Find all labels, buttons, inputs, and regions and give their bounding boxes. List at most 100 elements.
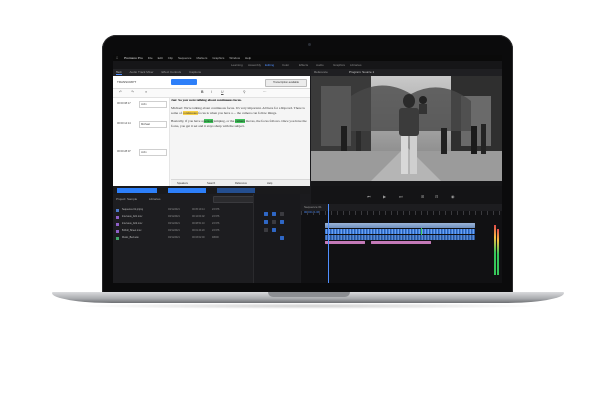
project-search-input[interactable] (213, 196, 255, 203)
playhead[interactable] (328, 204, 329, 283)
item-duration: 00:12:04:02 (192, 215, 205, 218)
audio-clip[interactable] (371, 241, 431, 244)
step-forward-icon[interactable]: ⏭ (399, 194, 403, 199)
undo-icon[interactable]: ↶ (119, 90, 123, 94)
type-tool-icon[interactable] (272, 228, 276, 232)
list-item[interactable]: Music_Bed.wav 03/11/2021 00:03:02:00 480… (116, 236, 226, 240)
menu-item-edit[interactable]: Edit (158, 56, 163, 60)
menu-item-premiere-pro[interactable]: Premiere Pro (124, 56, 143, 60)
tab-program[interactable]: Program: Source 1 (349, 69, 374, 76)
more-icon[interactable]: ⋯ (263, 90, 267, 94)
insert-icon[interactable]: ⊞ (421, 194, 424, 199)
menu-item-window[interactable]: Window (229, 56, 240, 60)
audio-clip[interactable] (325, 235, 475, 240)
workspace-learning[interactable]: Learning (231, 61, 243, 69)
item-date: 03/11/2021 (168, 208, 180, 211)
redo-icon[interactable]: ↷ (131, 90, 135, 94)
tab-captions[interactable]: Captions (189, 70, 201, 74)
menu-item-help[interactable]: Help (245, 56, 251, 60)
text-span: Jon: So you were talking about (171, 98, 217, 102)
speaker-column: 00:00:08:17 John 00:00:14:14 Michael 00:… (113, 98, 170, 186)
item-fps: 48000 (212, 236, 219, 239)
underline-icon[interactable]: U (221, 90, 225, 94)
transcript-text[interactable]: Jon: So you were talking about continuou… (171, 98, 307, 178)
workspace-assembly[interactable]: Assembly (248, 61, 261, 69)
item-name: Interview_A01.mov (122, 215, 143, 218)
menu-item-markers[interactable]: Markers (196, 56, 207, 60)
selection-tool-icon[interactable] (264, 212, 268, 216)
ripple-edit-icon[interactable] (280, 212, 284, 216)
tab-project[interactable]: Project: Sample (116, 196, 137, 202)
text-panel-tabs: Text Audio Track Mixer Effect Controls Capt… (113, 69, 310, 76)
speaker-select[interactable]: John (139, 149, 167, 156)
workspace-graphics[interactable]: Graphics (333, 61, 345, 69)
italic-icon[interactable]: I (211, 90, 215, 94)
program-monitor: Reference Program: Source 1 (311, 69, 502, 186)
action-button[interactable] (117, 188, 157, 193)
tab-libraries[interactable]: Libraries (149, 196, 161, 202)
apple-icon[interactable]:  (116, 56, 118, 60)
action-button[interactable] (168, 188, 206, 193)
menu-item-sequence[interactable]: Sequence (178, 56, 192, 60)
workspace-effects[interactable]: Effects (299, 61, 308, 69)
hand-tool-icon[interactable] (264, 228, 268, 232)
menu-item-clip[interactable]: Clip (168, 56, 173, 60)
menu-item-graphics[interactable]: Graphics (212, 56, 224, 60)
zoom-tool-icon[interactable] (280, 236, 284, 240)
audio-track (301, 241, 502, 246)
pen-tool-icon[interactable] (280, 220, 284, 224)
street-scene-image (311, 76, 502, 181)
list-item[interactable]: Interview_A01.mov 03/11/2021 00:12:04:02… (116, 215, 226, 219)
item-name: Music_Bed.wav (122, 236, 139, 239)
transcript-toolbar: ↶ ↷ ≡ B I U ⚲ ⋯ (113, 89, 310, 98)
workspaces-bar: Learning Assembly Editing Color Effects Audio… (113, 61, 502, 69)
item-name: B-Roll_Street.mov (122, 229, 142, 232)
action-button[interactable] (217, 188, 255, 193)
razor-tool-icon[interactable] (264, 220, 268, 224)
audio-track (301, 228, 502, 235)
camera-icon[interactable]: ◉ (451, 194, 455, 199)
speaker-select[interactable]: Michael (139, 121, 167, 128)
slip-tool-icon[interactable] (272, 220, 276, 224)
speaker-select[interactable]: John (139, 101, 167, 108)
menu-item-file[interactable]: File (148, 56, 153, 60)
search-icon[interactable]: ⚲ (243, 90, 247, 94)
bold-icon[interactable]: B (201, 90, 205, 94)
step-back-icon[interactable]: ⏮ (367, 194, 371, 199)
tab-text[interactable]: Text (116, 70, 122, 75)
item-date: 03/11/2021 (168, 229, 180, 232)
camera-icon (308, 43, 311, 46)
list-item[interactable]: B-Roll_Street.mov 03/11/2021 00:01:44:20… (116, 229, 226, 233)
workspace-editing[interactable]: Editing (265, 61, 274, 69)
transcribe-button[interactable] (171, 79, 197, 85)
workspace-audio[interactable]: Audio (316, 61, 324, 69)
workspace-color[interactable]: Color (282, 61, 289, 69)
timeline-ruler[interactable] (301, 211, 502, 215)
tab-effect-controls[interactable]: Effect Controls (162, 70, 182, 74)
text-span: continuous focus. (216, 98, 242, 102)
item-fps: 23.976 (212, 229, 220, 232)
video-clip[interactable] (325, 223, 475, 228)
list-item[interactable]: Sequence 01.prproj 03/11/2021 00:05:19:1… (116, 208, 226, 212)
item-duration: 00:01:44:20 (192, 229, 205, 232)
overwrite-icon[interactable]: ⊟ (435, 194, 438, 199)
laptop:  Premiere Pro File Edit Clip Sequence Marker… (0, 0, 600, 413)
tab-reference[interactable]: Reference (314, 69, 328, 76)
monitor-tabs: Reference Program: Source 1 (311, 69, 502, 76)
transcription-status-button[interactable]: Transcription available (265, 79, 307, 87)
audio-clip[interactable] (325, 229, 475, 234)
play-icon[interactable]: ▶ (383, 194, 386, 199)
align-icon[interactable]: ≡ (145, 90, 149, 94)
highlighted-word: camera (235, 119, 245, 124)
meter-right (497, 229, 499, 275)
workspace-libraries[interactable]: Libraries (350, 61, 362, 69)
track-select-icon[interactable] (272, 212, 276, 216)
audio-icon (116, 236, 119, 240)
project-panel: Project: Sample Libraries Sequence 01.pr… (113, 194, 255, 283)
clip-icon (116, 229, 119, 233)
transcript-paragraph: Jon: So you were talking about continuou… (171, 98, 307, 102)
audio-clip[interactable] (325, 241, 365, 244)
tab-audio-track-mixer[interactable]: Audio Track Mixer (130, 70, 154, 74)
playback-controls: ⏮ ▶ ⏭ ⊞ ⊟ ◉ (311, 186, 502, 204)
list-item[interactable]: Interview_A02.mov 03/11/2021 00:08:51:10… (116, 222, 226, 226)
